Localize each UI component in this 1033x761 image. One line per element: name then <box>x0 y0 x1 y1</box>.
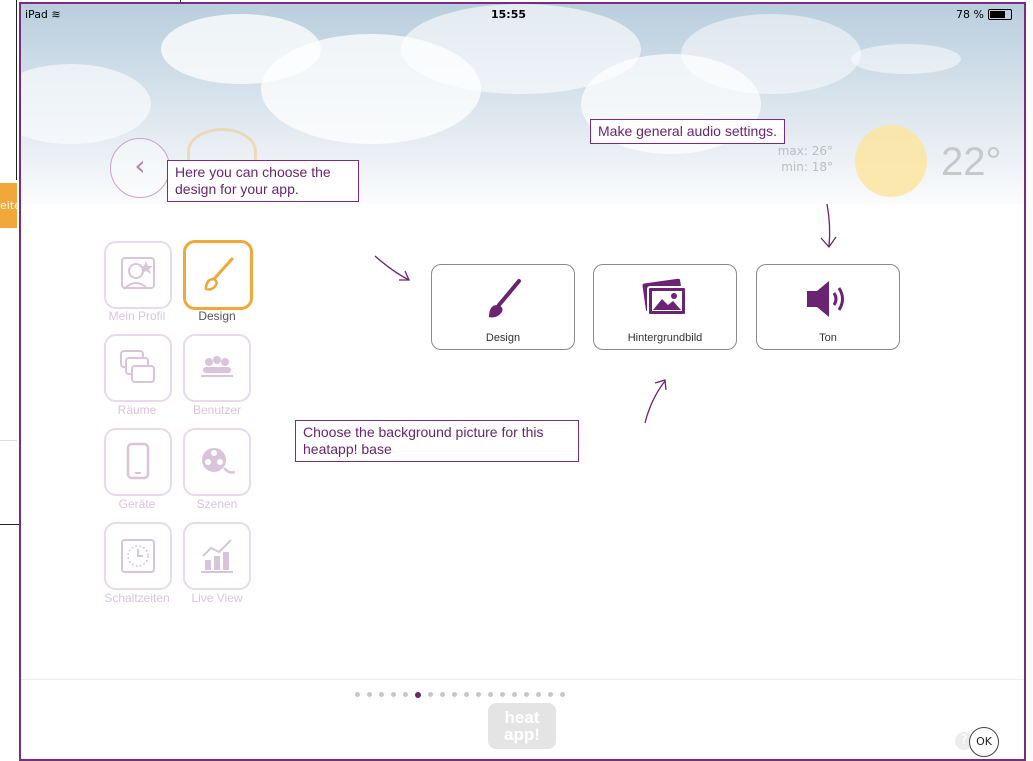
battery-percent: 78 % <box>956 8 984 21</box>
page-dot[interactable] <box>536 692 541 697</box>
wifi-icon: ≋ <box>51 8 61 21</box>
temperature: 22° <box>941 140 1002 184</box>
page-dot[interactable] <box>488 692 493 697</box>
page-dot[interactable] <box>500 692 505 697</box>
edge-tab[interactable]: eite <box>0 183 17 228</box>
footer-divider <box>21 679 1024 680</box>
callout-audio: Make general audio settings. <box>590 119 785 144</box>
page-dot[interactable] <box>391 692 396 697</box>
sidebar-item-label: Design <box>198 309 236 323</box>
sidebar-item-szenen[interactable] <box>183 428 251 496</box>
chevron-left-icon: ‹ <box>134 149 146 182</box>
page-dot[interactable] <box>512 692 517 697</box>
status-time: 15:55 <box>491 8 527 21</box>
background-image-button-label: Hintergrundbild <box>627 332 703 344</box>
sidebar-item-label: Mein Profil <box>108 309 166 323</box>
page-dot[interactable] <box>560 692 565 697</box>
page-dot[interactable] <box>440 692 445 697</box>
battery-icon <box>988 9 1012 20</box>
sidebar-item-benutzer[interactable] <box>183 334 251 402</box>
sound-button[interactable]: Ton <box>756 264 900 350</box>
profile-icon <box>121 257 155 290</box>
sidebar-item-label: Schaltzeiten <box>104 591 170 605</box>
edge-line-left <box>16 0 17 180</box>
sound-button-label: Ton <box>819 332 837 344</box>
page-indicator[interactable] <box>355 691 565 698</box>
page-dot[interactable] <box>355 692 360 697</box>
page-dot[interactable] <box>403 692 408 697</box>
sidebar-item-mein-profil[interactable] <box>104 241 172 309</box>
arrow-icon <box>820 203 837 249</box>
page-dot[interactable] <box>464 692 469 697</box>
background-image-button[interactable]: Hintergrundbild <box>593 264 737 350</box>
arrow-icon <box>644 379 667 424</box>
ipad-screen: iPad ≋ 15:55 78 % ‹ max: 26° min: 18° 22… <box>19 2 1026 761</box>
logo-line2: app! <box>504 725 540 744</box>
brush-icon <box>489 279 521 318</box>
sun-icon <box>855 125 927 197</box>
callout-design: Here you can choose the design for your … <box>167 160 359 202</box>
weather-max: max: 26° <box>777 144 833 158</box>
rooms-icon <box>120 350 155 383</box>
device-icon <box>126 442 150 480</box>
film-reel-icon <box>202 448 236 474</box>
sidebar-item-design[interactable] <box>183 240 253 310</box>
pictures-icon <box>642 278 687 316</box>
sidebar-item-label: Geräte <box>118 497 156 511</box>
weather-min: min: 18° <box>781 160 833 174</box>
page-dot[interactable] <box>379 692 384 697</box>
sidebar-item-raeume[interactable] <box>104 334 172 402</box>
sidebar-item-label: Live View <box>191 591 243 605</box>
page-dot[interactable] <box>367 692 372 697</box>
page-dot[interactable] <box>524 692 529 697</box>
page-dot-active[interactable] <box>415 691 421 698</box>
sidebar-item-label: Räume <box>117 403 157 417</box>
users-icon <box>201 356 233 377</box>
callout-background: Choose the background picture for this h… <box>295 420 579 462</box>
sidebar-item-schaltzeiten[interactable] <box>104 522 172 590</box>
edge-line-bottom <box>0 524 19 525</box>
back-button[interactable]: ‹ <box>110 138 170 198</box>
sidebar-item-live-view[interactable] <box>183 522 251 590</box>
page-dot[interactable] <box>548 692 553 697</box>
clock-icon <box>121 539 155 573</box>
design-button[interactable]: Design <box>431 264 575 350</box>
chart-icon <box>201 539 233 573</box>
heatapp-logo: heat app! <box>488 703 556 749</box>
sidebar-item-label: Benutzer <box>192 403 242 417</box>
arrow-icon <box>374 255 411 281</box>
brush-icon <box>204 257 234 291</box>
sidebar-item-geraete[interactable] <box>104 428 172 496</box>
speaker-icon <box>807 281 844 317</box>
design-button-label: Design <box>485 332 521 344</box>
ok-button[interactable]: OK <box>969 727 999 757</box>
sidebar-item-label: Szenen <box>196 497 238 511</box>
status-bar: iPad ≋ 15:55 78 % <box>21 4 1024 24</box>
device-name: iPad ≋ <box>25 8 61 21</box>
logo-line1: heat <box>504 708 540 727</box>
page-dot[interactable] <box>428 692 433 697</box>
page-dot[interactable] <box>476 692 481 697</box>
edge-line-mid <box>0 440 17 441</box>
battery-status: 78 % <box>956 8 1012 21</box>
page-dot[interactable] <box>452 692 457 697</box>
